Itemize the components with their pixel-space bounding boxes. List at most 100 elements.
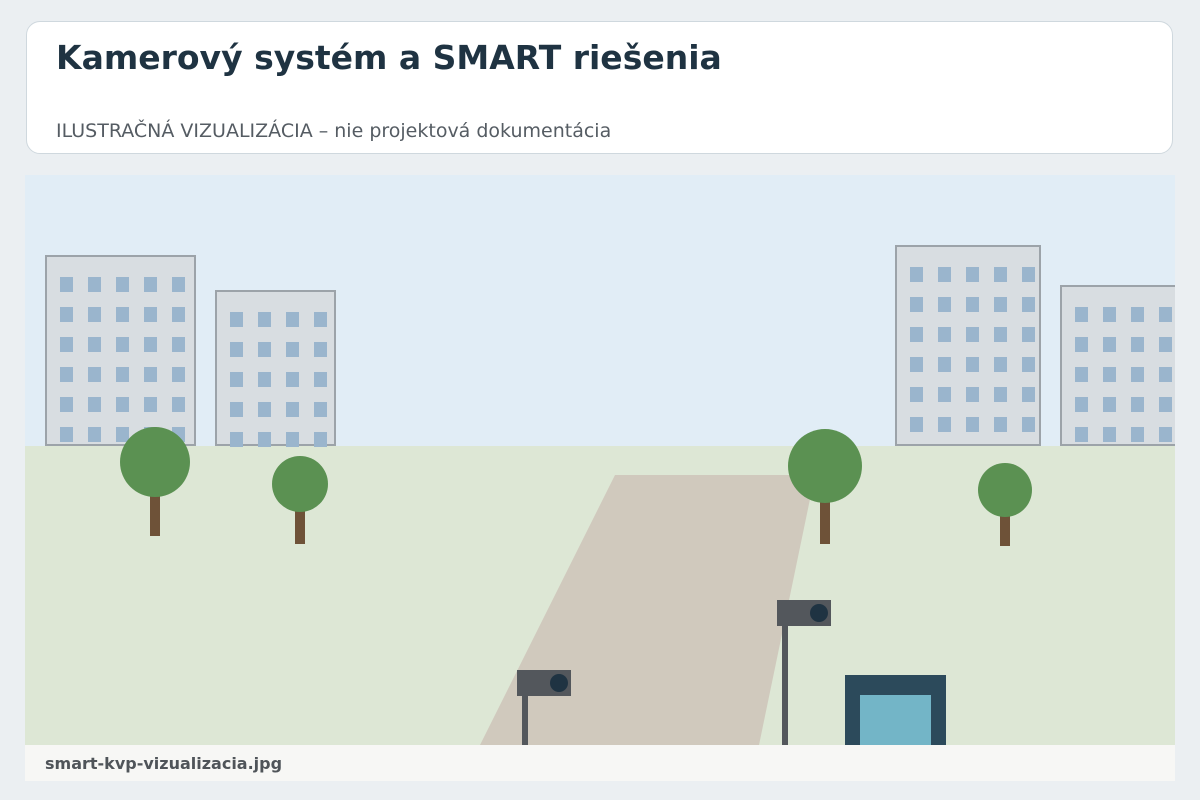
building-window	[116, 307, 129, 322]
building-window	[910, 417, 923, 432]
building-window	[116, 427, 129, 442]
building-icon	[895, 245, 1041, 446]
building-window	[1075, 367, 1088, 382]
building-window	[994, 327, 1007, 342]
page-title: Kamerový systém a SMART riešenia	[56, 38, 722, 77]
building-window	[286, 372, 299, 387]
building-window	[910, 357, 923, 372]
building-window	[1103, 427, 1116, 442]
building-window	[938, 417, 951, 432]
building-window	[1022, 417, 1035, 432]
building-window	[116, 337, 129, 352]
building-window	[1159, 427, 1172, 442]
building-window	[1131, 337, 1144, 352]
building-window	[994, 357, 1007, 372]
building-window	[1131, 427, 1144, 442]
building-window	[116, 277, 129, 292]
building-window	[1103, 337, 1116, 352]
building-window	[1022, 267, 1035, 282]
building-window	[286, 342, 299, 357]
building-window	[144, 277, 157, 292]
building-window	[172, 307, 185, 322]
building-window	[172, 277, 185, 292]
building-window	[230, 432, 243, 447]
building-window	[172, 397, 185, 412]
building-window	[1103, 307, 1116, 322]
building-window	[994, 387, 1007, 402]
building-window	[88, 397, 101, 412]
building-window	[966, 297, 979, 312]
building-window	[230, 372, 243, 387]
building-window	[258, 342, 271, 357]
building-window	[938, 357, 951, 372]
building-window	[938, 327, 951, 342]
building-window	[1159, 397, 1172, 412]
building-window	[258, 372, 271, 387]
building-window	[116, 397, 129, 412]
building-icon	[215, 290, 336, 447]
building-window	[286, 312, 299, 327]
building-window	[1022, 387, 1035, 402]
building-window	[88, 367, 101, 382]
building-window	[1022, 297, 1035, 312]
building-window	[966, 417, 979, 432]
building-window	[994, 417, 1007, 432]
building-window	[910, 387, 923, 402]
building-window	[1159, 367, 1172, 382]
building-window	[60, 397, 73, 412]
building-window	[1075, 307, 1088, 322]
building-window	[88, 277, 101, 292]
building-window	[966, 357, 979, 372]
building-window	[910, 267, 923, 282]
building-window	[938, 267, 951, 282]
building-window	[1103, 367, 1116, 382]
building-window	[1022, 327, 1035, 342]
building-window	[1131, 307, 1144, 322]
building-window	[1075, 397, 1088, 412]
building-window	[230, 312, 243, 327]
header-card: Kamerový systém a SMART riešenia ILUSTRA…	[26, 21, 1173, 154]
info-kiosk-icon	[845, 675, 946, 745]
building-window	[230, 342, 243, 357]
building-window	[1159, 337, 1172, 352]
building-window	[938, 297, 951, 312]
building-window	[144, 367, 157, 382]
building-window	[60, 427, 73, 442]
image-filename: smart-kvp-vizualizacia.jpg	[45, 754, 283, 773]
image-caption-bar: smart-kvp-vizualizacia.jpg	[25, 745, 1175, 781]
building-window	[258, 402, 271, 417]
building-window	[910, 327, 923, 342]
building-window	[172, 367, 185, 382]
building-window	[1075, 427, 1088, 442]
building-window	[230, 402, 243, 417]
building-window	[966, 267, 979, 282]
building-window	[314, 312, 327, 327]
building-window	[966, 327, 979, 342]
building-icon	[45, 255, 196, 446]
building-window	[286, 402, 299, 417]
building-window	[1131, 397, 1144, 412]
building-window	[116, 367, 129, 382]
building-window	[994, 297, 1007, 312]
building-window	[144, 307, 157, 322]
building-window	[60, 277, 73, 292]
building-window	[258, 432, 271, 447]
building-window	[314, 372, 327, 387]
building-window	[1131, 367, 1144, 382]
building-window	[144, 337, 157, 352]
building-window	[144, 397, 157, 412]
building-window	[172, 337, 185, 352]
building-window	[60, 337, 73, 352]
building-window	[1103, 397, 1116, 412]
building-window	[910, 297, 923, 312]
building-window	[88, 307, 101, 322]
smart-city-illustration	[25, 175, 1175, 745]
building-window	[966, 387, 979, 402]
page-subtitle: ILUSTRAČNÁ VIZUALIZÁCIA – nie projektová…	[56, 120, 612, 142]
building-window	[314, 402, 327, 417]
building-window	[88, 427, 101, 442]
building-window	[314, 342, 327, 357]
building-window	[286, 432, 299, 447]
building-window	[314, 432, 327, 447]
building-window	[1159, 307, 1172, 322]
